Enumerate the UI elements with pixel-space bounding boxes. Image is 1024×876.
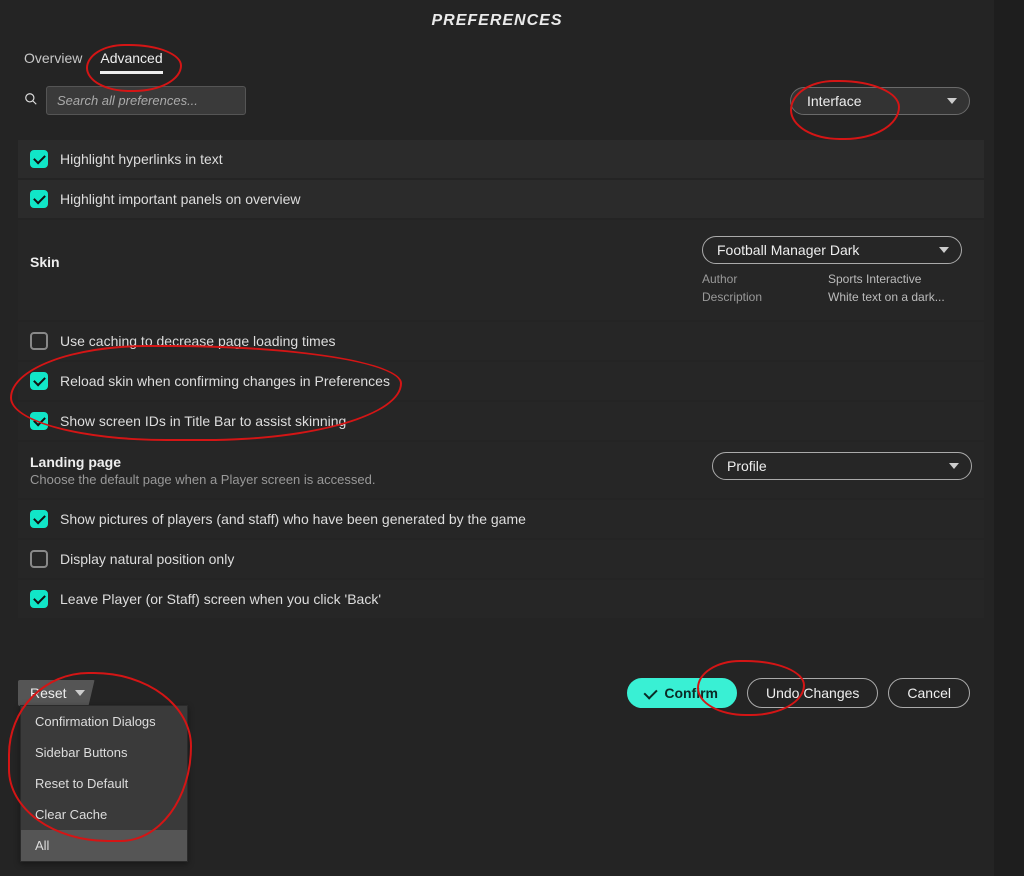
chevron-down-icon [949, 463, 959, 469]
label-reload: Reload skin when confirming changes in P… [60, 373, 390, 389]
search-icon [24, 92, 38, 109]
tabs: Overview Advanced [0, 38, 994, 76]
toolbar: Interface [0, 76, 994, 129]
footer-right: Confirm Undo Changes Cancel [627, 678, 970, 708]
setting-back[interactable]: Leave Player (or Staff) screen when you … [18, 580, 984, 618]
setting-natural[interactable]: Display natural position only [18, 540, 984, 578]
reset-menu: Confirmation Dialogs Sidebar Buttons Res… [20, 705, 188, 862]
label-pictures: Show pictures of players (and staff) who… [60, 511, 526, 527]
checkbox-back[interactable] [30, 590, 48, 608]
setting-reload[interactable]: Reload skin when confirming changes in P… [18, 362, 984, 400]
skin-desc-label: Description [702, 290, 822, 304]
section-skin: Skin Football Manager Dark Author Sports… [18, 220, 984, 320]
skin-label: Skin [30, 236, 60, 270]
setting-hyperlinks[interactable]: Highlight hyperlinks in text [18, 140, 984, 178]
landing-sub: Choose the default page when a Player sc… [30, 472, 375, 487]
search-input[interactable] [46, 86, 246, 115]
skin-desc: White text on a dark... [828, 290, 972, 304]
reset-menu-sidebar-buttons[interactable]: Sidebar Buttons [21, 737, 187, 768]
checkbox-natural[interactable] [30, 550, 48, 568]
landing-left: Landing page Choose the default page whe… [30, 454, 375, 487]
checkbox-reload[interactable] [30, 372, 48, 390]
check-icon [646, 685, 658, 701]
skin-author: Sports Interactive [828, 272, 972, 286]
reset-menu-all[interactable]: All [21, 830, 187, 861]
section-landing: Landing page Choose the default page whe… [18, 442, 984, 498]
search-wrap [24, 86, 246, 115]
checkbox-panels[interactable] [30, 190, 48, 208]
skin-meta: Author Sports Interactive Description Wh… [702, 272, 972, 304]
landing-selected: Profile [727, 458, 767, 474]
skin-right: Football Manager Dark Author Sports Inte… [702, 236, 972, 304]
category-selected: Interface [807, 93, 861, 109]
skin-selected: Football Manager Dark [717, 242, 859, 258]
label-caching: Use caching to decrease page loading tim… [60, 333, 336, 349]
confirm-button[interactable]: Confirm [627, 678, 737, 708]
setting-panels[interactable]: Highlight important panels on overview [18, 180, 984, 218]
tab-overview[interactable]: Overview [24, 46, 82, 70]
tab-advanced[interactable]: Advanced [100, 46, 162, 70]
page-title: PREFERENCES [0, 0, 994, 38]
checkbox-screenids[interactable] [30, 412, 48, 430]
skin-author-label: Author [702, 272, 822, 286]
label-hyperlinks: Highlight hyperlinks in text [60, 151, 223, 167]
landing-header: Landing page [30, 454, 375, 470]
reset-button[interactable]: Reset [18, 680, 95, 706]
reset-label: Reset [30, 685, 67, 701]
label-natural: Display natural position only [60, 551, 234, 567]
chevron-down-icon [939, 247, 949, 253]
preferences-window: PREFERENCES Overview Advanced Interface … [0, 0, 994, 876]
checkbox-caching[interactable] [30, 332, 48, 350]
landing-dropdown[interactable]: Profile [712, 452, 972, 480]
label-screenids: Show screen IDs in Title Bar to assist s… [60, 413, 346, 429]
settings-list[interactable]: Highlight hyperlinks in text Highlight i… [18, 140, 984, 676]
category-dropdown[interactable]: Interface [790, 87, 970, 115]
setting-screenids[interactable]: Show screen IDs in Title Bar to assist s… [18, 402, 984, 440]
setting-pictures[interactable]: Show pictures of players (and staff) who… [18, 500, 984, 538]
chevron-down-icon [75, 690, 85, 696]
setting-caching[interactable]: Use caching to decrease page loading tim… [18, 322, 984, 360]
cancel-button[interactable]: Cancel [888, 678, 970, 708]
checkbox-pictures[interactable] [30, 510, 48, 528]
confirm-label: Confirm [664, 685, 718, 701]
reset-menu-clear-cache[interactable]: Clear Cache [21, 799, 187, 830]
reset-menu-confirmation-dialogs[interactable]: Confirmation Dialogs [21, 706, 187, 737]
chevron-down-icon [947, 98, 957, 104]
reset-menu-reset-default[interactable]: Reset to Default [21, 768, 187, 799]
label-back: Leave Player (or Staff) screen when you … [60, 591, 381, 607]
checkbox-hyperlinks[interactable] [30, 150, 48, 168]
undo-button[interactable]: Undo Changes [747, 678, 878, 708]
footer: Reset Confirm Undo Changes Cancel [18, 678, 970, 708]
skin-dropdown[interactable]: Football Manager Dark [702, 236, 962, 264]
label-panels: Highlight important panels on overview [60, 191, 300, 207]
